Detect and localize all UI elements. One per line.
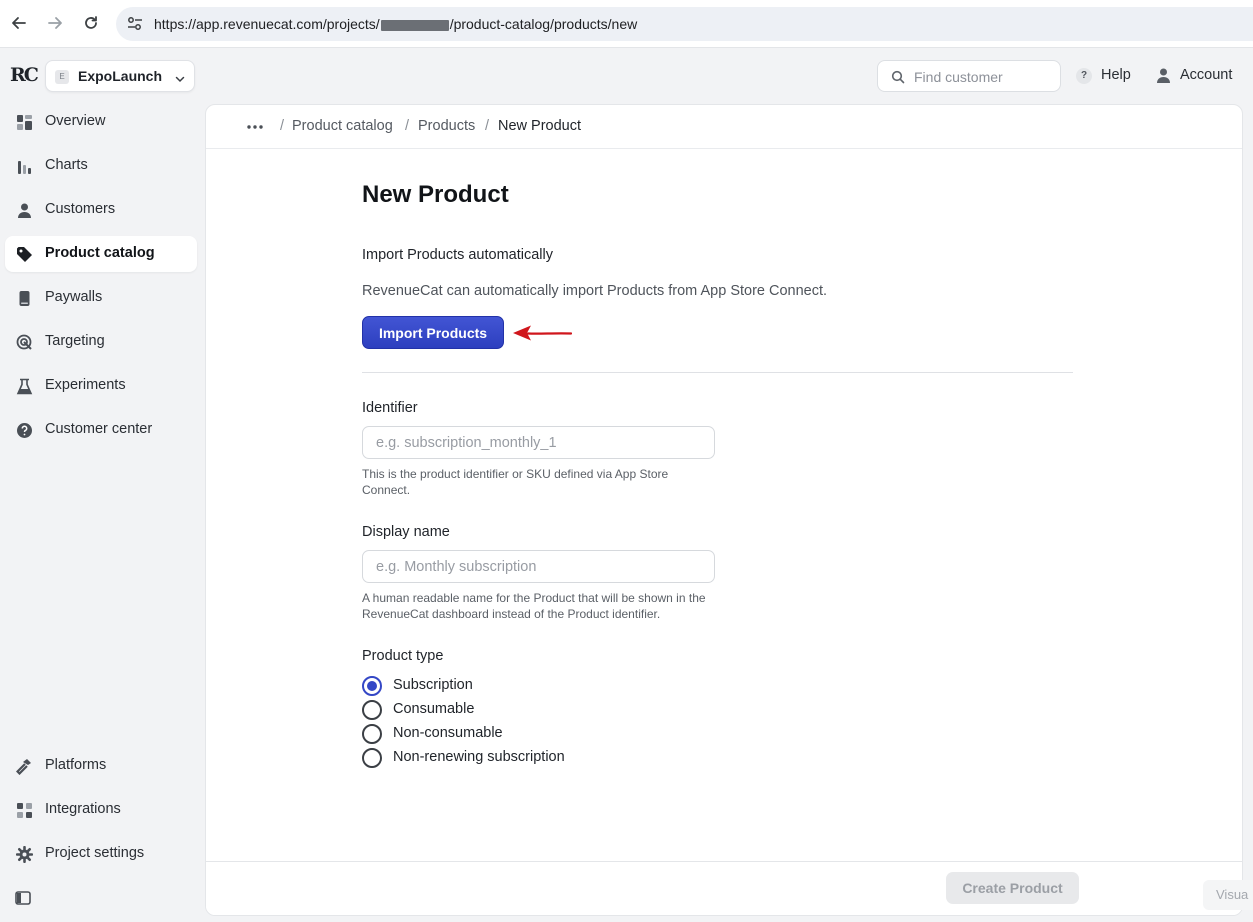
help-icon: ? [1076, 68, 1092, 84]
bar-chart-icon [15, 157, 33, 175]
person-icon [15, 201, 33, 219]
product-type-label: Product type [362, 648, 444, 664]
phone-icon [15, 289, 33, 307]
sidebar: RC E ExpoLaunch Overview Charts Customer… [0, 48, 204, 922]
search-icon [891, 70, 905, 84]
form-footer: Create Product [206, 861, 1242, 915]
visual-chip-label: Visua [1216, 887, 1249, 902]
sidebar-item-overview[interactable]: Overview [5, 104, 197, 140]
display-name-label: Display name [362, 524, 450, 540]
radio-label: Subscription [393, 677, 473, 693]
project-selector[interactable]: E ExpoLaunch [45, 60, 195, 92]
breadcrumb: / Product catalog / Products / New Produ… [206, 105, 1242, 149]
radio-option-subscription[interactable]: Subscription [362, 676, 622, 698]
display-name-field[interactable] [362, 550, 715, 583]
create-product-button[interactable]: Create Product [946, 872, 1079, 904]
sidebar-item-label: Customers [45, 201, 116, 217]
radio-button[interactable] [362, 748, 382, 768]
breadcrumb-separator: / [405, 118, 410, 134]
visual-editor-chip[interactable]: Visua [1203, 880, 1253, 910]
sidebar-item-integrations[interactable]: Integrations [5, 792, 197, 828]
back-icon[interactable] [8, 12, 30, 34]
page-title: New Product [362, 181, 509, 208]
identifier-field[interactable] [362, 426, 715, 459]
person-icon [1155, 67, 1172, 84]
radio-label: Consumable [393, 701, 475, 717]
sidebar-item-paywalls[interactable]: Paywalls [5, 280, 197, 316]
address-bar[interactable]: https://app.revenuecat.com/projects/ /pro… [116, 7, 1253, 41]
account-label: Account [1180, 67, 1233, 83]
redacted-project-id [380, 19, 449, 31]
sidebar-item-customers[interactable]: Customers [5, 192, 197, 228]
sidebar-item-label: Paywalls [45, 289, 103, 305]
radio-button[interactable] [362, 676, 382, 696]
sidebar-item-label: Platforms [45, 757, 107, 773]
import-products-button[interactable]: Import Products [362, 316, 504, 349]
sidebar-item-label: Customer center [45, 421, 153, 437]
display-name-help-text: A human readable name for the Product th… [362, 591, 706, 621]
sidebar-item-label: Experiments [45, 377, 126, 393]
breadcrumb-separator: / [485, 118, 490, 134]
radio-label: Non-renewing subscription [393, 749, 565, 765]
forward-icon[interactable] [44, 12, 66, 34]
site-settings-icon[interactable] [126, 16, 144, 32]
project-name: ExpoLaunch [78, 68, 163, 84]
sidebar-item-label: Charts [45, 157, 88, 173]
identifier-help-text: This is the product identifier or SKU de… [362, 467, 669, 497]
sidebar-item-experiments[interactable]: Experiments [5, 368, 197, 404]
question-icon [15, 421, 33, 439]
chevron-down-icon [175, 71, 185, 83]
sidebar-item-platforms[interactable]: Platforms [5, 748, 197, 784]
radio-button[interactable] [362, 700, 382, 720]
url-suffix: /product-catalog/products/new [449, 16, 638, 32]
sidebar-item-customer-center[interactable]: Customer center [5, 412, 197, 448]
reload-icon[interactable] [80, 12, 102, 34]
sidebar-item-label: Product catalog [45, 245, 155, 261]
import-description: RevenueCat can automatically import Prod… [362, 283, 828, 299]
sidebar-item-label: Integrations [45, 801, 121, 817]
import-heading: Import Products automatically [362, 247, 553, 263]
section-divider [362, 372, 1073, 373]
flask-icon [15, 377, 33, 395]
sidebar-item-label: Targeting [45, 333, 105, 349]
revenuecat-logo[interactable]: RC [10, 64, 39, 86]
radio-button[interactable] [362, 724, 382, 744]
sidebar-item-charts[interactable]: Charts [5, 148, 197, 184]
gear-icon [15, 845, 33, 863]
target-icon [15, 333, 33, 351]
breadcrumb-products[interactable]: Products [418, 118, 475, 134]
help-label: Help [1101, 67, 1131, 83]
find-customer-search[interactable] [877, 60, 1061, 92]
breadcrumb-separator: / [280, 118, 285, 134]
sidebar-item-product-catalog[interactable]: Product catalog [5, 236, 197, 272]
radio-option-non-consumable[interactable]: Non-consumable [362, 724, 622, 746]
tag-icon [15, 245, 33, 263]
grid-icon [15, 113, 33, 131]
sidebar-item-label: Overview [45, 113, 106, 129]
sidebar-item-targeting[interactable]: Targeting [5, 324, 197, 360]
more-horizontal-icon[interactable] [246, 119, 264, 135]
project-badge: E [55, 70, 69, 84]
sidebar-collapse-icon[interactable] [15, 890, 31, 906]
main-panel: / Product catalog / Products / New Produ… [205, 104, 1243, 916]
radio-label: Non-consumable [393, 725, 503, 741]
breadcrumb-product-catalog[interactable]: Product catalog [292, 118, 393, 134]
radio-option-non-renewing-subscription[interactable]: Non-renewing subscription [362, 748, 622, 770]
integrations-icon [15, 801, 33, 819]
identifier-label: Identifier [362, 400, 418, 416]
breadcrumb-new-product: New Product [498, 118, 582, 134]
url-prefix: https://app.revenuecat.com/projects/ [154, 16, 380, 32]
red-arrow-annotation-icon [510, 323, 573, 343]
browser-toolbar: https://app.revenuecat.com/projects/ /pro… [0, 0, 1253, 48]
search-input[interactable] [914, 67, 1054, 87]
hammer-icon [15, 757, 33, 775]
sidebar-item-project-settings[interactable]: Project settings [5, 836, 197, 872]
sidebar-item-label: Project settings [45, 845, 145, 861]
url-text: https://app.revenuecat.com/projects/ /pro… [154, 16, 637, 32]
radio-option-consumable[interactable]: Consumable [362, 700, 622, 722]
